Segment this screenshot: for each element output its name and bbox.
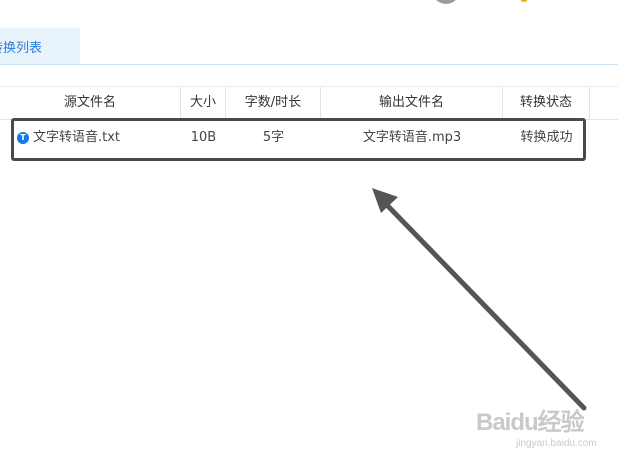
watermark-url: jingyan.baidu.com (516, 438, 597, 449)
watermark-logo-text: Baidu经验 (476, 409, 585, 436)
baidu-watermark: Baidu经验 jingyan.baidu.com (476, 394, 616, 460)
